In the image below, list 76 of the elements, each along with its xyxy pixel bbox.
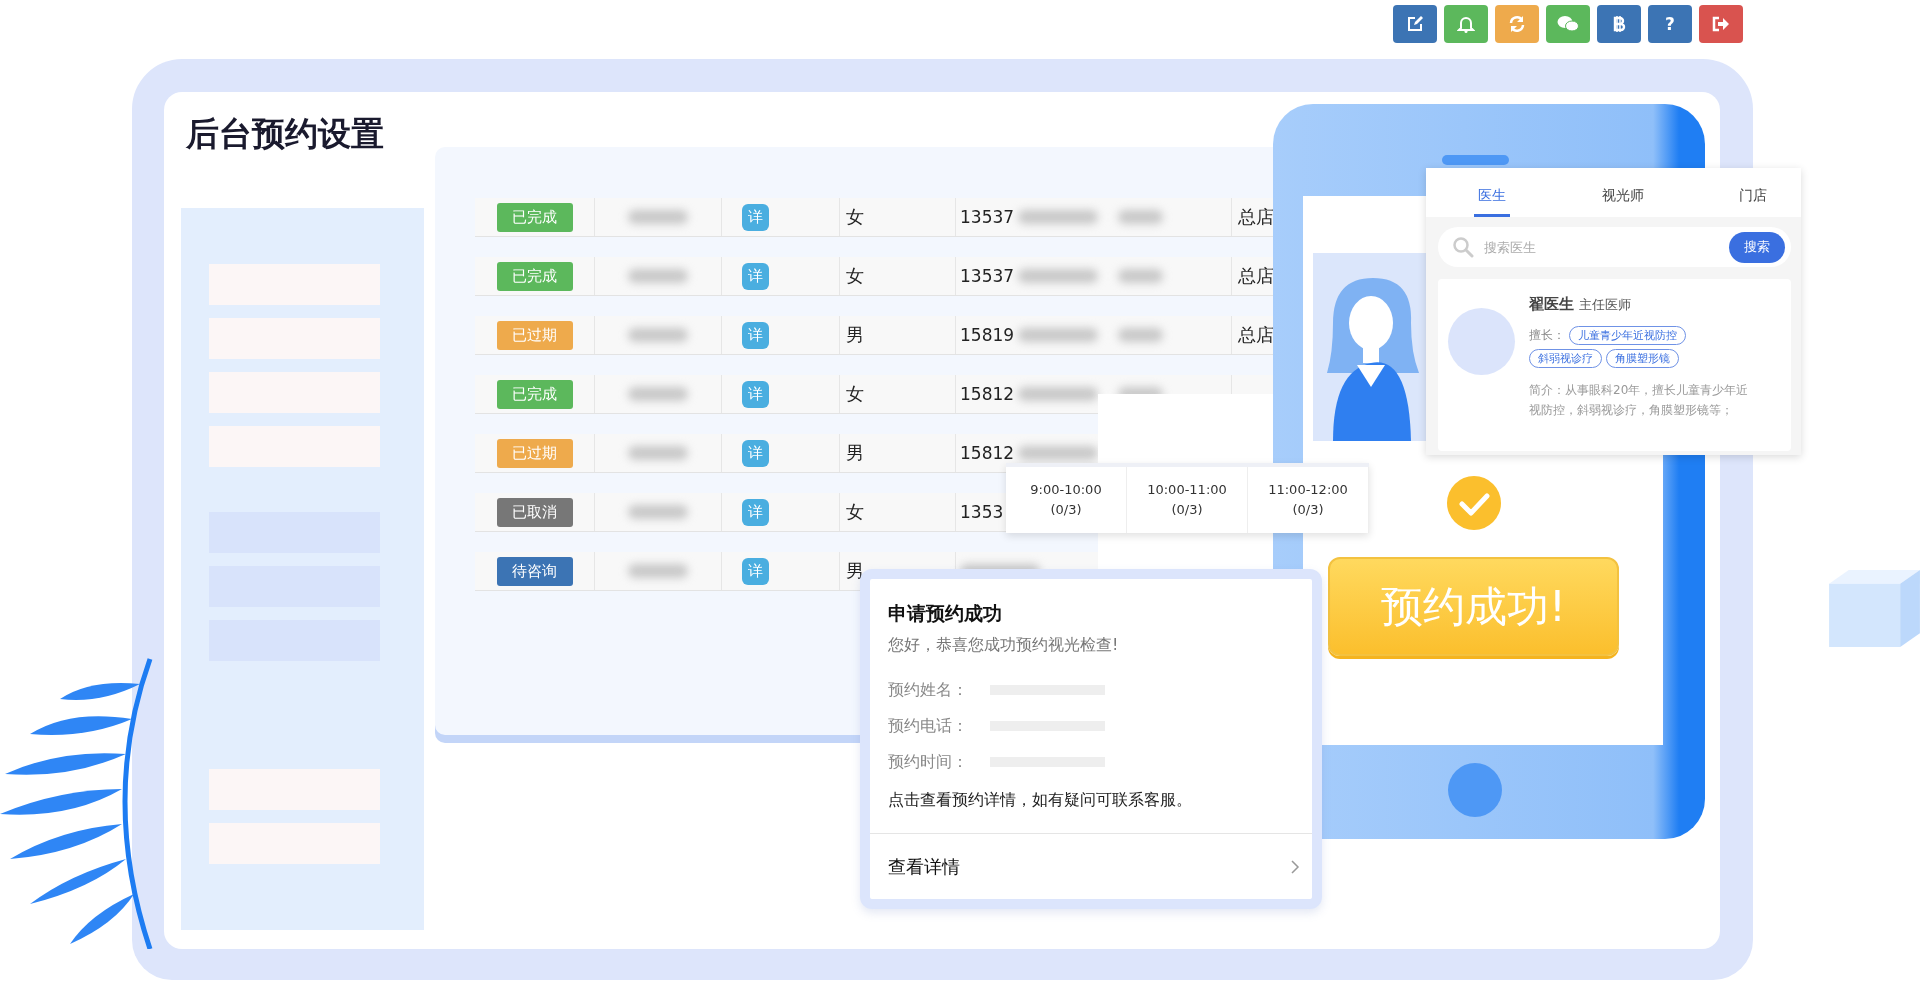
blurred-name: [628, 387, 688, 401]
detail-button[interactable]: 详: [742, 557, 769, 585]
blurred-name: [628, 505, 688, 519]
gender-text: 女: [846, 500, 864, 524]
phone-text: 13537: [960, 266, 1015, 286]
gender-text: 男: [846, 559, 864, 583]
check-icon: [1447, 476, 1501, 530]
gender-text: 女: [846, 382, 864, 406]
store-text: 总店: [1238, 205, 1274, 229]
tab[interactable]: 视光师: [1597, 168, 1648, 217]
doctor-intro: 简介：从事眼科20年，擅长儿童青少年近视防控，斜弱视诊疗，角膜塑形镜等；: [1529, 382, 1750, 419]
message-text: 您好，恭喜您成功预约视光检查!: [888, 635, 1120, 656]
doctor-title: 主任医师: [1579, 296, 1631, 314]
status-badge: 待咨询: [496, 556, 573, 586]
blurred-name: [1118, 210, 1164, 224]
blurred-name: [628, 269, 688, 283]
store-text: 总店: [1238, 264, 1274, 288]
bell-icon: [1457, 15, 1475, 33]
blurred-name: [1118, 269, 1164, 283]
coin-icon: [1612, 15, 1626, 33]
time-slot[interactable]: 9:00-10:00 (0/3): [1006, 467, 1127, 533]
blurred-name: [1118, 328, 1164, 342]
search-icon: [1452, 236, 1474, 258]
phone-text: 13537: [960, 207, 1015, 227]
blurred-name: [628, 564, 688, 578]
phone-speaker: [1442, 155, 1509, 165]
chevron-right-icon: [1290, 858, 1300, 875]
chat-icon: [1557, 15, 1579, 33]
message-title: 申请预约成功: [888, 601, 1003, 626]
time-slot[interactable]: 11:00-12:00 (0/3): [1248, 467, 1369, 533]
phone-text: 15819: [960, 325, 1015, 345]
detail-button[interactable]: 详: [742, 439, 769, 467]
help-button[interactable]: ?: [1648, 5, 1692, 43]
phone-text: 15812: [960, 384, 1015, 404]
view-details-link[interactable]: 查看详情: [870, 834, 1312, 899]
status-badge: 已取消: [496, 497, 573, 527]
doctor-name: 翟医生: [1529, 295, 1574, 314]
detail-button[interactable]: 详: [742, 203, 769, 231]
detail-button[interactable]: 详: [742, 498, 769, 526]
specialty-label: 擅长：: [1529, 327, 1565, 344]
toolbar-button[interactable]: [1393, 5, 1437, 43]
detail-button[interactable]: 详: [742, 321, 769, 349]
time-slot[interactable]: 10:00-11:00 (0/3): [1127, 467, 1248, 533]
gender-text: 女: [846, 205, 864, 229]
message-note: 点击查看预约详情，如有疑问可联系客服。: [888, 790, 1193, 811]
toolbar-button[interactable]: [1699, 5, 1743, 43]
gender-text: 女: [846, 264, 864, 288]
field-label: 预约时间：: [888, 751, 969, 773]
toolbar-button[interactable]: [1597, 5, 1641, 43]
page-title: 后台预约设置: [186, 113, 385, 152]
detail-button[interactable]: 详: [742, 262, 769, 290]
phone-text: 1353: [960, 502, 1004, 522]
gender-text: 男: [846, 441, 864, 465]
status-badge: 已过期: [496, 438, 573, 468]
status-badge: 已完成: [496, 261, 573, 291]
tab[interactable]: 医生: [1474, 168, 1510, 217]
search-field[interactable]: 搜索医生 搜索: [1438, 227, 1791, 267]
field-label: 预约电话：: [888, 715, 969, 737]
status-badge: 已过期: [496, 320, 573, 350]
sign-out-icon: [1712, 15, 1730, 33]
tab[interactable]: 门店: [1735, 168, 1771, 217]
store-text: 总店: [1238, 323, 1274, 347]
status-badge: 已完成: [496, 379, 573, 409]
status-badge: 已完成: [496, 202, 573, 232]
blurred-name: [628, 210, 688, 224]
search-button[interactable]: 搜索: [1729, 231, 1785, 263]
field-label: 预约姓名：: [888, 679, 969, 701]
phone-text: 15812: [960, 443, 1015, 463]
toolbar-button[interactable]: [1546, 5, 1590, 43]
refresh-icon: [1508, 15, 1526, 33]
detail-button[interactable]: 详: [742, 380, 769, 408]
blurred-name: [628, 446, 688, 460]
toolbar-button[interactable]: [1444, 5, 1488, 43]
blurred-name: [628, 328, 688, 342]
edit-icon: [1406, 15, 1424, 33]
gender-text: 男: [846, 323, 864, 347]
